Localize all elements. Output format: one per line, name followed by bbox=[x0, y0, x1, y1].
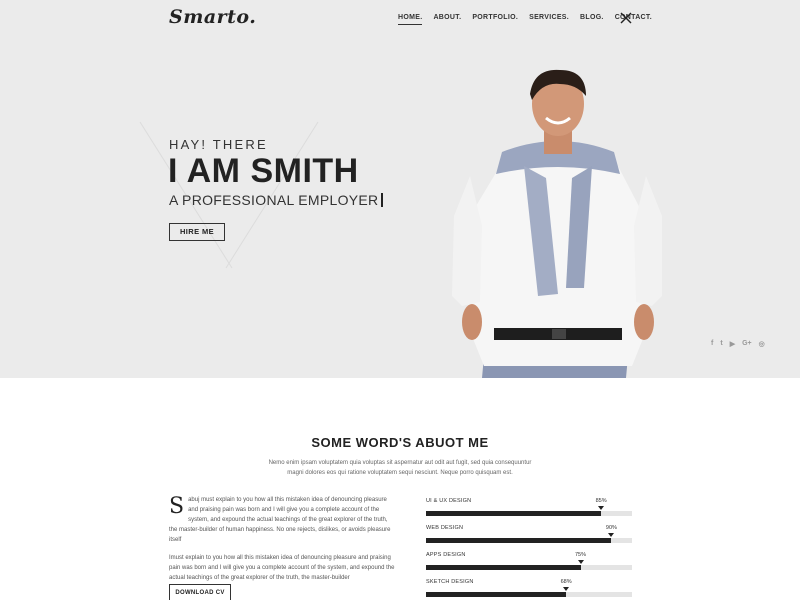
download-cv-button[interactable]: DOWNLOAD CV bbox=[169, 584, 231, 600]
skill-percent: 75% bbox=[574, 552, 587, 558]
nav-item-about[interactable]: ABOUT. bbox=[433, 14, 461, 21]
skill-web-design: WEB DESIGN 90% bbox=[426, 523, 632, 550]
hero-greeting: HAY! THERE bbox=[169, 137, 268, 152]
skill-fill bbox=[426, 511, 602, 516]
google-plus-icon[interactable]: G+ bbox=[742, 340, 752, 348]
drop-cap: S bbox=[169, 494, 185, 519]
twitter-icon[interactable]: t bbox=[720, 340, 722, 348]
hero-decorative-lines bbox=[139, 121, 319, 269]
skill-marker bbox=[608, 533, 615, 537]
nav-item-blog[interactable]: BLOG. bbox=[580, 14, 604, 21]
skill-label: WEB DESIGN bbox=[426, 525, 464, 531]
facebook-icon[interactable]: f bbox=[711, 340, 713, 348]
hero-subtitle: A PROFESSIONAL EMPLOYER bbox=[169, 192, 383, 208]
skills-list: UI & UX DESIGN 85% WEB DESIGN 90% APPS D… bbox=[426, 496, 632, 600]
main-nav: HOME. ABOUT. PORTFOLIO. SERVICES. BLOG. … bbox=[398, 14, 652, 25]
skill-fill bbox=[426, 592, 567, 597]
about-bio: Sabuj must explain to you how all this m… bbox=[169, 495, 395, 583]
skill-fill bbox=[426, 565, 581, 570]
skill-track bbox=[426, 538, 632, 543]
typing-caret bbox=[381, 193, 383, 207]
nav-item-home[interactable]: HOME. bbox=[398, 14, 423, 25]
skill-ui-ux: UI & UX DESIGN 85% bbox=[426, 496, 632, 523]
skill-percent: 68% bbox=[560, 579, 572, 585]
hero-name: I AM SMITH bbox=[168, 152, 359, 190]
skill-marker bbox=[563, 587, 570, 591]
close-icon[interactable] bbox=[620, 12, 632, 24]
skill-marker bbox=[577, 560, 584, 564]
bio-paragraph-1-text: abuj must explain to you how all this mi… bbox=[169, 497, 391, 543]
site-logo[interactable]: Smarto. bbox=[169, 6, 256, 28]
skill-label: UI & UX DESIGN bbox=[426, 498, 472, 504]
bio-paragraph-1: Sabuj must explain to you how all this m… bbox=[169, 495, 395, 545]
skill-track bbox=[426, 511, 632, 516]
skill-percent: 90% bbox=[605, 525, 617, 531]
about-intro: Nemo enim ipsam voluptatem quia voluptas… bbox=[268, 460, 532, 476]
nav-item-services[interactable]: SERVICES. bbox=[529, 14, 569, 21]
hire-me-button[interactable]: HIRE ME bbox=[169, 223, 225, 241]
hero-subtitle-text: A PROFESSIONAL EMPLOYER bbox=[169, 192, 379, 208]
skill-track bbox=[426, 592, 632, 597]
skill-sketch-design: SKETCH DESIGN 68% bbox=[426, 577, 632, 600]
skill-label: APPS DESIGN bbox=[426, 552, 466, 558]
skill-apps-design: APPS DESIGN 75% bbox=[426, 550, 632, 577]
social-links: f t ▶ G+ ◎ bbox=[711, 340, 765, 348]
skill-track bbox=[426, 565, 632, 570]
hero-section: Smarto. HOME. ABOUT. PORTFOLIO. SERVICES… bbox=[0, 0, 800, 378]
bio-paragraph-2: Imust explain to you how all this mistak… bbox=[169, 555, 395, 581]
skill-fill bbox=[426, 538, 612, 543]
skill-marker bbox=[598, 506, 605, 510]
hero-portrait-image bbox=[452, 69, 662, 378]
about-title: SOME WORD'S ABUOT ME bbox=[311, 435, 489, 450]
youtube-icon[interactable]: ▶ bbox=[730, 340, 735, 348]
skill-label: SKETCH DESIGN bbox=[426, 579, 474, 585]
instagram-icon[interactable]: ◎ bbox=[759, 340, 765, 348]
nav-item-portfolio[interactable]: PORTFOLIO. bbox=[472, 14, 518, 21]
skill-percent: 85% bbox=[595, 498, 607, 504]
